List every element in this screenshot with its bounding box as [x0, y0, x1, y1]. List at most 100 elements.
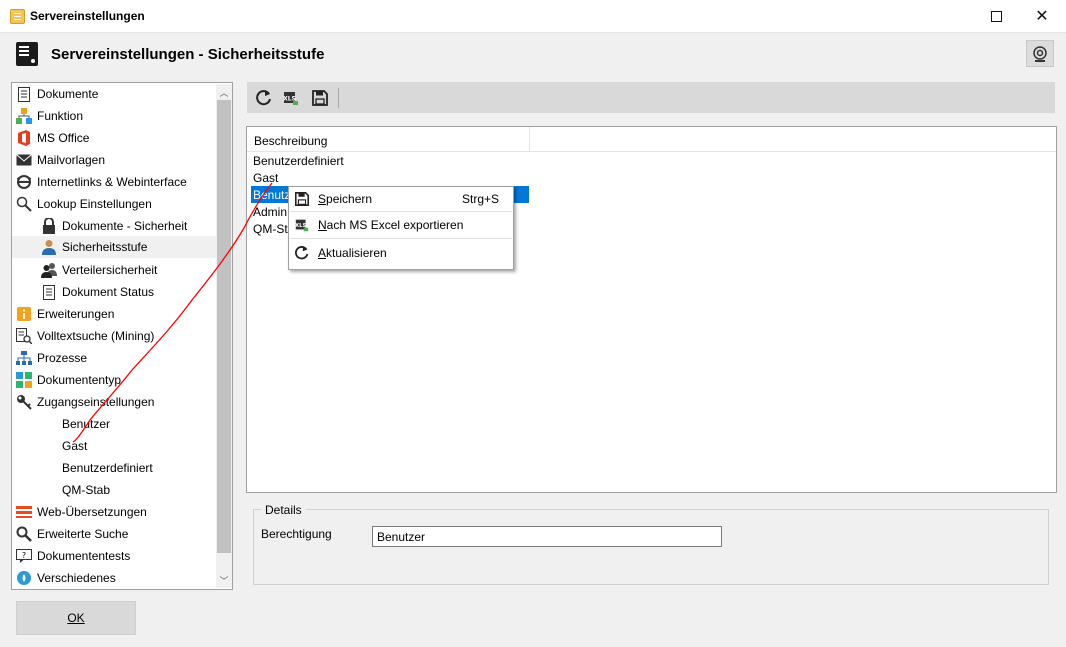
tree-item-label: Volltextsuche (Mining) — [37, 329, 155, 343]
document-status-icon — [41, 284, 57, 300]
tree-item-zugangseinstellungen[interactable]: Zugangseinstellungen — [16, 391, 154, 413]
column-divider[interactable] — [529, 127, 530, 151]
grid-header — [247, 127, 1056, 152]
berechtigung-label: Berechtigung — [261, 527, 332, 541]
context-menu-label: Nach MS Excel exportieren — [318, 218, 464, 232]
close-icon: ✕ — [1035, 8, 1049, 25]
tree-item-benutzerdefiniert[interactable]: Benutzerdefiniert — [62, 457, 153, 479]
refresh-button[interactable] — [252, 86, 276, 110]
tree-item-label: Funktion — [37, 109, 84, 123]
scroll-thumb[interactable] — [217, 100, 231, 553]
svg-text:?: ? — [22, 551, 26, 560]
context-menu-label: Speichern — [318, 192, 373, 206]
translation-icon — [16, 504, 32, 520]
document-icon — [16, 86, 32, 102]
save-button[interactable] — [308, 86, 332, 110]
tree-item-verschiedenes[interactable]: Verschiedenes — [16, 567, 116, 589]
excel-export-icon: XLS — [294, 217, 310, 233]
tree-item-dokumententyp[interactable]: Dokumententyp — [16, 369, 121, 391]
tree-item-label: Lookup Einstellungen — [37, 197, 152, 211]
tree-item-label: Gast — [62, 439, 88, 453]
maximize-icon — [990, 10, 1002, 22]
server-icon — [15, 41, 41, 67]
tree-item-ms-office[interactable]: MS Office — [16, 127, 89, 149]
details-legend: Details — [261, 503, 306, 517]
tree-item-label: MS Office — [37, 131, 90, 145]
tree-item-web-uebersetzungen[interactable]: Web-Übersetzungen — [16, 501, 147, 523]
tree-item-label: Erweiterte Suche — [37, 527, 129, 541]
context-menu-separator — [290, 211, 512, 212]
tree-item-label: Dokument Status — [62, 285, 155, 299]
tree-item-sicherheitsstufe[interactable]: Sicherheitsstufe — [12, 236, 216, 258]
column-header-beschreibung[interactable]: Beschreibung — [254, 134, 327, 148]
scroll-up-button[interactable]: ︿ — [216, 84, 232, 100]
mail-icon — [16, 152, 32, 168]
app-icon — [10, 9, 25, 24]
grid-cell: Gast — [253, 170, 279, 185]
ok-button[interactable]: OK — [16, 601, 136, 635]
maximize-button[interactable] — [973, 0, 1019, 32]
refresh-icon — [256, 90, 271, 106]
advanced-search-icon — [16, 526, 32, 542]
tree-item-label: Web-Übersetzungen — [37, 505, 147, 519]
context-menu-item-aktualisieren[interactable]: Aktualisieren — [289, 241, 513, 265]
chevron-up-icon: ︿ — [219, 87, 229, 98]
tree-item-mailvorlagen[interactable]: Mailvorlagen — [16, 149, 105, 171]
tree-item-label: Mailvorlagen — [37, 153, 106, 167]
chevron-down-icon: ﹀ — [219, 575, 229, 586]
tree-item-qm-stab[interactable]: QM-Stab — [62, 479, 110, 501]
tree-item-label: Benutzer — [62, 417, 111, 431]
tree-item-dokumententests[interactable]: ? Dokumententests — [16, 545, 130, 567]
tree-item-lookup-einstellungen[interactable]: Lookup Einstellungen — [16, 193, 152, 215]
tree-item-label: Verschiedenes — [37, 571, 116, 585]
tree-item-dokument-status[interactable]: Dokument Status — [41, 281, 154, 303]
save-icon — [294, 191, 310, 207]
tree-item-gast[interactable]: Gast — [62, 435, 87, 457]
close-button[interactable]: ✕ — [1019, 0, 1065, 32]
details-group — [253, 509, 1049, 585]
excel-export-icon: XLS — [283, 92, 298, 105]
tree-item-volltextsuche[interactable]: Volltextsuche (Mining) — [16, 325, 154, 347]
grid-row[interactable]: Gast — [251, 169, 529, 186]
scroll-down-button[interactable]: ﹀ — [216, 572, 232, 588]
tree-item-prozesse[interactable]: Prozesse — [16, 347, 87, 369]
tree-item-internetlinks[interactable]: Internetlinks & Webinterface — [16, 171, 187, 193]
tree-item-funktion[interactable]: Funktion — [16, 105, 83, 127]
context-menu-item-excel-export[interactable]: XLS Nach MS Excel exportieren — [289, 213, 513, 237]
refresh-icon — [294, 245, 310, 261]
tree-item-label: Dokumente - Sicherheit — [62, 219, 188, 233]
tree-item-erweiterte-suche[interactable]: Erweiterte Suche — [16, 523, 128, 545]
tree-item-label: Dokumententyp — [37, 373, 122, 387]
tree-item-label: Dokumententests — [37, 549, 131, 563]
tree-item-verteilersicherheit[interactable]: Verteilersicherheit — [41, 259, 157, 281]
tree-item-label: Zugangseinstellungen — [37, 395, 155, 409]
tree-item-label: Internetlinks & Webinterface — [37, 175, 187, 189]
tree-item-label: Benutzerdefiniert — [62, 461, 153, 475]
context-menu-shortcut: Strg+S — [462, 192, 500, 206]
grid-cell: Admin — [253, 204, 288, 219]
title-bar — [0, 0, 1066, 33]
context-menu-item-speichern[interactable]: Speichern Strg+S — [289, 187, 513, 211]
info-icon — [16, 306, 32, 322]
fulltext-search-icon — [16, 328, 32, 344]
office-icon — [16, 130, 32, 146]
tree-item-benutzer[interactable]: Benutzer — [62, 413, 110, 435]
tree-item-dokumente[interactable]: Dokumente — [16, 83, 98, 105]
lifebuoy-icon — [1033, 45, 1047, 62]
help-button[interactable] — [1026, 40, 1054, 67]
tree-item-label: Prozesse — [37, 351, 88, 365]
test-icon: ? — [16, 548, 32, 564]
window-title: Servereinstellungen — [30, 9, 145, 23]
save-icon — [312, 90, 328, 106]
user-icon — [41, 239, 57, 255]
users-icon — [41, 262, 57, 278]
tree-item-label: Erweiterungen — [37, 307, 115, 321]
lock-icon — [41, 218, 57, 234]
tree-item-erweiterungen[interactable]: Erweiterungen — [16, 303, 114, 325]
berechtigung-field[interactable]: Benutzer — [372, 526, 722, 547]
excel-export-button[interactable]: XLS — [279, 86, 303, 110]
tree-item-dokumente-sicherheit[interactable]: Dokumente - Sicherheit — [41, 215, 187, 237]
grid-cell: Benutzerdefiniert — [253, 153, 344, 168]
tree-item-label: QM-Stab — [62, 483, 111, 497]
grid-row[interactable]: Benutzerdefiniert — [251, 152, 529, 169]
